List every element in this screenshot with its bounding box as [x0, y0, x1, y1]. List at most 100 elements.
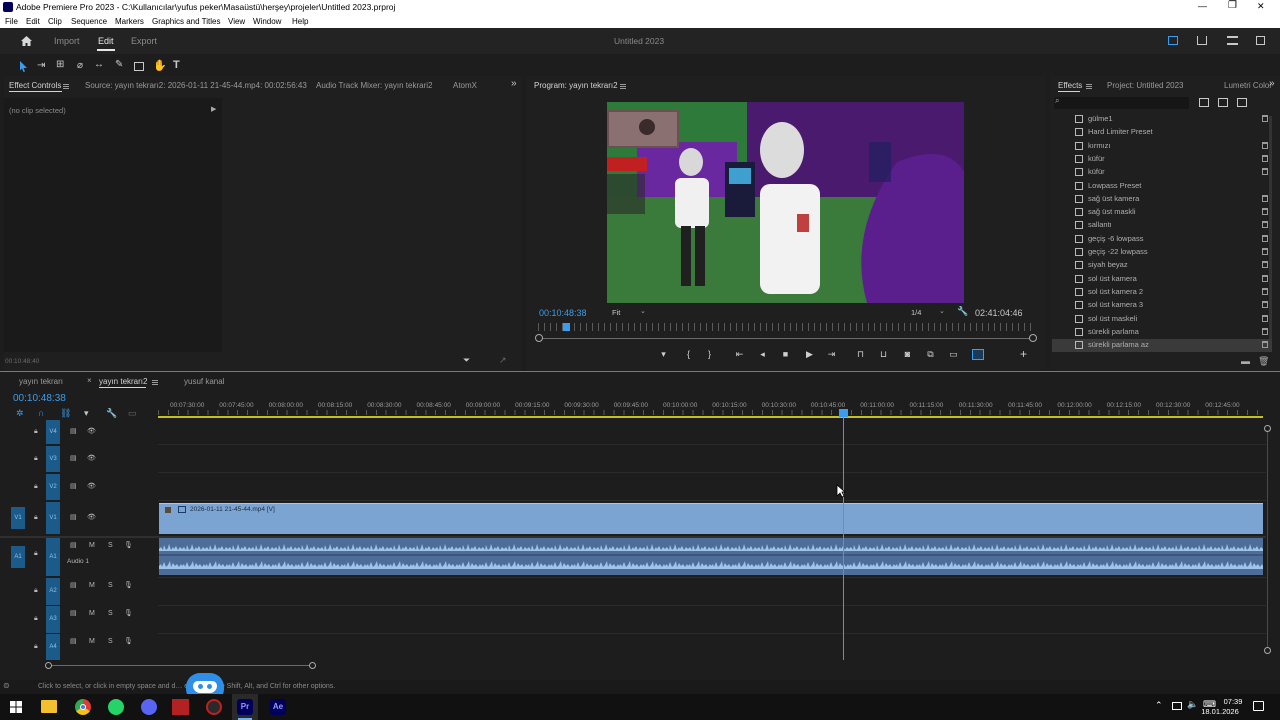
mute-button[interactable]: M — [89, 582, 95, 589]
file-explorer-icon[interactable] — [41, 700, 57, 713]
trash-icon[interactable] — [1262, 248, 1268, 255]
effects-list-item[interactable]: küfür — [1052, 153, 1272, 166]
lock-icon[interactable]: 🔒︎ — [34, 615, 38, 623]
lift-icon[interactable]: ⊓ — [855, 349, 866, 360]
tray-chevron-up-icon[interactable]: ⌃ — [1155, 700, 1163, 711]
timeline-settings-icon[interactable]: 🔧 — [106, 408, 117, 419]
vertical-scroll-bottom[interactable] — [1264, 647, 1271, 654]
resolution-select[interactable]: 1/4 — [911, 308, 921, 317]
track-target-label[interactable]: V1 — [46, 502, 60, 534]
lock-icon[interactable]: 🔒︎ — [34, 483, 38, 491]
program-scrubber[interactable] — [538, 338, 1035, 339]
trash-icon[interactable] — [1262, 301, 1268, 309]
horizontal-scroll[interactable] — [49, 665, 313, 666]
lock-icon[interactable]: 🔒︎ — [34, 428, 38, 436]
sync-lock-icon[interactable]: ▤ — [70, 609, 77, 617]
menu-file[interactable]: File — [5, 17, 18, 26]
lock-icon[interactable]: 🔒︎ — [34, 550, 38, 558]
audio-track-header[interactable]: A1 🔒︎ A1 ▤ M S 🎙︎ Audio 1 — [0, 538, 158, 576]
track-target-label[interactable]: A4 — [46, 634, 60, 660]
audio-track-header[interactable]: 🔒︎ A2 ▤ M S 🎙︎ — [0, 578, 158, 605]
effects-list-item[interactable]: siyah beyaz — [1052, 259, 1272, 272]
video-track-header[interactable]: 🔒︎ V4 ▤ 👁︎ — [0, 420, 158, 444]
discord-icon[interactable] — [141, 699, 157, 715]
tab-project[interactable]: Project: Untitled 2023 — [1107, 81, 1184, 90]
video-clip[interactable]: 2026-01-11 21-45-44.mp4 [V] — [159, 503, 1263, 534]
program-scrubber-end[interactable] — [1029, 334, 1037, 342]
track-select-tool-icon[interactable]: ⇥ — [37, 60, 45, 71]
microphone-icon[interactable]: 🎙︎ — [124, 637, 133, 645]
vertical-scroll-top[interactable] — [1264, 425, 1271, 432]
eye-icon[interactable]: 👁︎ — [87, 427, 96, 435]
horizontal-scroll-end[interactable] — [309, 662, 316, 669]
track-target-label[interactable]: A1 — [46, 538, 60, 576]
audio-track-header[interactable]: 🔒︎ A4 ▤ M S 🎙︎ — [0, 634, 158, 660]
record-app-icon[interactable] — [206, 699, 222, 715]
trash-icon[interactable] — [1262, 168, 1268, 176]
effects-list-item[interactable]: sol üst kamera — [1052, 273, 1272, 286]
track-target-label[interactable]: V3 — [46, 446, 60, 472]
program-timecode[interactable]: 00:10:48:38 — [539, 308, 587, 318]
menu-markers[interactable]: Markers — [115, 17, 144, 26]
rectangle-tool-icon[interactable] — [134, 62, 144, 71]
camera-icon[interactable]: ◙ — [902, 349, 913, 360]
microphone-icon[interactable]: 🎙︎ — [124, 541, 133, 549]
source-patch-v1[interactable]: V1 — [11, 507, 25, 529]
sync-lock-icon[interactable]: ▤ — [70, 427, 77, 435]
effects-overflow-icon[interactable]: » — [1269, 78, 1275, 89]
trash-icon[interactable] — [1262, 261, 1268, 269]
add-marker-icon[interactable]: ▾ — [658, 349, 669, 360]
trash-icon[interactable] — [1262, 115, 1268, 122]
stop-icon[interactable]: ■ — [780, 349, 791, 360]
trash-icon[interactable] — [1262, 154, 1268, 162]
hand-tool-icon[interactable]: ✋ — [153, 59, 167, 72]
track-target-label[interactable]: A2 — [46, 578, 60, 605]
trash-icon[interactable] — [1262, 208, 1268, 216]
effects-menu-icon[interactable] — [1086, 84, 1092, 90]
source-patch-a1[interactable]: A1 — [11, 546, 25, 568]
fit-select[interactable]: Fit — [612, 308, 620, 317]
microphone-icon[interactable]: 🎙︎ — [124, 609, 133, 617]
solo-button[interactable]: S — [108, 542, 113, 549]
program-playhead[interactable] — [563, 323, 571, 331]
effects-list-item[interactable]: sol üst kamera 2 — [1052, 286, 1272, 299]
accelerated-effects-icon[interactable] — [1199, 98, 1209, 107]
effects-list-item[interactable]: Hard Limiter Preset — [1052, 126, 1272, 139]
effects-list-item[interactable]: geçiş -6 lowpass — [1052, 233, 1272, 246]
fit-chevron-down-icon[interactable]: ⌄ — [640, 307, 646, 315]
add-marker-tl-icon[interactable]: ▾ — [84, 408, 89, 419]
notification-icon[interactable] — [1253, 701, 1264, 711]
trash-icon[interactable] — [1262, 234, 1268, 242]
solo-button[interactable]: S — [108, 582, 113, 589]
sync-lock-icon[interactable]: ▤ — [70, 581, 77, 589]
track-target-label[interactable]: A3 — [46, 606, 60, 633]
mute-button[interactable]: M — [89, 610, 95, 617]
tab-atomx[interactable]: AtomX — [453, 81, 477, 90]
after-effects-taskbar-icon[interactable]: Ae — [270, 699, 286, 715]
vr-toggle-icon[interactable] — [972, 349, 984, 360]
trash-icon[interactable] — [1262, 221, 1268, 229]
sync-lock-icon[interactable]: ▤ — [70, 482, 77, 490]
snap-icon[interactable]: ✲ — [16, 408, 24, 419]
lock-icon[interactable]: 🔒︎ — [34, 643, 38, 651]
menu-edit[interactable]: Edit — [26, 17, 40, 26]
close-tab-icon[interactable]: × — [87, 376, 92, 385]
tab-export[interactable]: Export — [131, 36, 157, 46]
home-icon[interactable] — [20, 35, 33, 47]
add-button-icon[interactable]: + — [1018, 348, 1029, 360]
effects-list-item[interactable]: kırmızı — [1052, 140, 1272, 153]
mark-out-icon[interactable]: } — [704, 349, 715, 360]
eye-icon[interactable]: 👁︎ — [87, 482, 96, 490]
tab-import[interactable]: Import — [54, 36, 80, 46]
tray-speaker-icon[interactable]: 🔈 — [1187, 699, 1198, 710]
fullscreen-icon[interactable] — [1256, 36, 1265, 45]
trash-icon[interactable] — [1262, 274, 1268, 282]
menu-graphics[interactable]: Graphics and Titles — [152, 17, 220, 26]
32bit-effects-icon[interactable] — [1218, 98, 1228, 107]
playhead-handle[interactable] — [839, 409, 848, 417]
lock-icon[interactable]: 🔒︎ — [34, 587, 38, 595]
timeline-menu-icon[interactable] — [152, 380, 158, 386]
effects-search-input[interactable] — [1054, 97, 1189, 109]
step-back-icon[interactable]: ◂ — [757, 349, 768, 360]
premiere-taskbar-icon[interactable]: Pr — [237, 699, 253, 715]
